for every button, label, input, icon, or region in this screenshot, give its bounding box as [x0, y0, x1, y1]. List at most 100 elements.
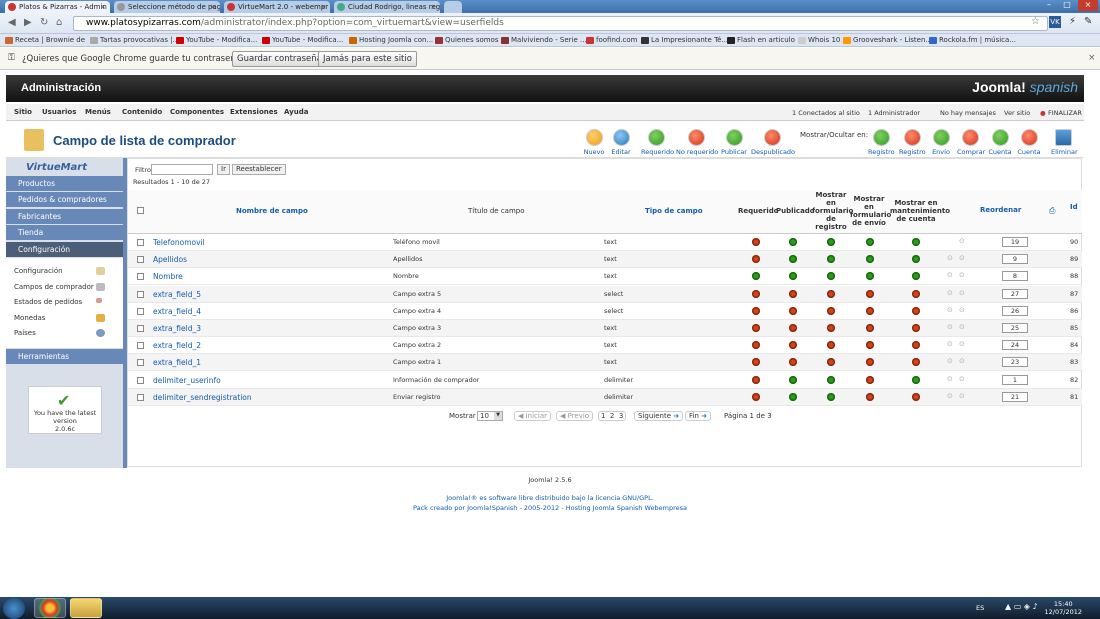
order-input[interactable]: 1	[1002, 374, 1028, 385]
cross-status-icon[interactable]	[912, 392, 920, 401]
move-down-icon[interactable]: ⊙	[959, 323, 965, 331]
header-name[interactable]: Nombre de campo	[236, 207, 308, 215]
row-checkbox[interactable]	[137, 290, 144, 298]
field-name-link[interactable]: extra_field_4	[153, 307, 201, 316]
field-name-link[interactable]: extra_field_1	[153, 358, 201, 367]
save-order-icon[interactable]: ⎙	[1049, 206, 1055, 216]
move-up-icon[interactable]: ⊙	[947, 289, 953, 297]
bookmark-item[interactable]: Receta | Brownie de	[5, 35, 85, 46]
check-status-icon[interactable]	[866, 272, 874, 281]
check-status-icon[interactable]	[789, 392, 797, 401]
row-checkbox[interactable]	[137, 359, 144, 367]
page-1-link[interactable]: 1	[601, 412, 605, 420]
check-status-icon[interactable]	[827, 238, 835, 246]
cross-status-icon[interactable]	[866, 324, 874, 332]
row-checkbox[interactable]	[137, 239, 144, 246]
move-down-icon[interactable]: ⊙	[959, 306, 965, 314]
move-up-icon[interactable]: ⊙	[947, 340, 953, 348]
move-down-icon[interactable]: ⊙	[959, 392, 965, 400]
forward-icon[interactable]: ▶	[24, 17, 32, 28]
cross-status-icon[interactable]	[827, 289, 835, 298]
move-up-icon[interactable]: ⊙	[947, 375, 953, 383]
check-status-icon[interactable]	[827, 392, 835, 401]
cross-status-icon[interactable]	[827, 341, 835, 350]
cross-status-icon[interactable]	[752, 289, 760, 298]
field-name-link[interactable]: Apellidos	[153, 255, 187, 264]
sidebar-item-tienda[interactable]: Tienda	[6, 225, 123, 240]
cross-status-icon[interactable]	[752, 392, 760, 401]
menu-usuarios[interactable]: Usuarios	[42, 108, 76, 116]
reset-button[interactable]: Reestablecer	[232, 164, 286, 175]
messages-status[interactable]: No hay mensajes	[940, 109, 996, 117]
cross-status-icon[interactable]	[752, 255, 760, 264]
menu-contenido[interactable]: Contenido	[122, 108, 162, 116]
field-name-link[interactable]: extra_field_5	[153, 290, 201, 299]
start-button[interactable]	[3, 598, 25, 619]
cross-status-icon[interactable]	[752, 238, 760, 246]
bookmark-item[interactable]: Quienes somos	[435, 35, 499, 46]
check-status-icon[interactable]	[827, 375, 835, 384]
toolbar-unpublish-button[interactable]: Despublicado	[751, 129, 795, 156]
move-down-icon[interactable]: ⊙	[959, 340, 965, 348]
filter-input[interactable]	[151, 164, 213, 175]
cross-status-icon[interactable]	[912, 306, 920, 315]
never-save-button[interactable]: Jamás para este sitio	[318, 51, 417, 67]
move-up-icon[interactable]: ⊙	[947, 271, 953, 279]
page-2-link[interactable]: 2	[610, 412, 614, 420]
move-down-icon[interactable]: ⊙	[959, 237, 965, 245]
toolbar-edit-button[interactable]: Editar	[608, 129, 634, 156]
field-name-link[interactable]: Nombre	[153, 272, 183, 281]
toolbar-reg-show-button[interactable]: Registro	[868, 129, 895, 156]
bookmark-item[interactable]: foofind.com	[586, 35, 638, 46]
field-name-link[interactable]: extra_field_3	[153, 324, 201, 333]
limit-select[interactable]: 10 ▼	[477, 411, 503, 421]
header-type[interactable]: Tipo de campo	[645, 207, 703, 215]
browser-tab[interactable]: Platos & Pizarras - Admin ×	[5, 1, 110, 13]
close-window-icon[interactable]: ×	[1078, 0, 1098, 11]
header-reorder[interactable]: Reordenar	[980, 206, 1021, 214]
submenu-monedas[interactable]: Monedas	[14, 314, 45, 322]
cross-status-icon[interactable]	[912, 324, 920, 332]
close-tab-icon[interactable]: ×	[100, 1, 106, 13]
end-button[interactable]: Fin ➜	[685, 411, 712, 421]
check-status-icon[interactable]	[827, 272, 835, 281]
toolbar-reg-hide-button[interactable]: Registro	[899, 129, 926, 156]
move-up-icon[interactable]: ⊙	[947, 357, 953, 365]
move-up-icon[interactable]: ⊙	[947, 392, 953, 400]
sidebar-item-productos[interactable]: Productos	[6, 176, 123, 191]
cross-status-icon[interactable]	[789, 358, 797, 367]
check-status-icon[interactable]	[827, 255, 835, 264]
order-input[interactable]: 23	[1002, 357, 1028, 368]
toolbar-buy-hide-button[interactable]: Comprar	[957, 129, 985, 156]
new-tab-button[interactable]	[444, 1, 462, 13]
maximize-icon[interactable]: □	[1060, 0, 1074, 11]
cross-status-icon[interactable]	[752, 358, 760, 367]
bookmark-item[interactable]: Hosting Joomla con...	[349, 35, 433, 46]
cross-status-icon[interactable]	[866, 341, 874, 350]
check-status-icon[interactable]	[752, 272, 760, 281]
move-down-icon[interactable]: ⊙	[959, 289, 965, 297]
check-status-icon[interactable]	[912, 255, 920, 264]
back-icon[interactable]: ◀	[8, 17, 16, 28]
order-input[interactable]: 25	[1002, 323, 1028, 333]
browser-tab[interactable]: Ciudad Rodrigo, lineas reg ×	[334, 1, 440, 13]
move-up-icon[interactable]: ⊙	[947, 306, 953, 314]
cross-status-icon[interactable]	[866, 306, 874, 315]
view-site-link[interactable]: Ver sitio	[1004, 109, 1030, 117]
order-input[interactable]: 24	[1002, 340, 1028, 351]
sidebar-item-configuracion[interactable]: Configuración	[6, 242, 123, 257]
start-button[interactable]: ◀ Iniciar	[514, 411, 552, 421]
cross-status-icon[interactable]	[912, 289, 920, 298]
check-status-icon[interactable]	[912, 238, 920, 246]
toolbar-not-required-button[interactable]: No requerido	[676, 129, 718, 156]
pack-credit[interactable]: Pack creado por Joomla!Spanish - 2005-20…	[0, 504, 1100, 512]
cross-status-icon[interactable]	[827, 306, 835, 315]
cross-status-icon[interactable]	[789, 289, 797, 298]
move-down-icon[interactable]: ⊙	[959, 357, 965, 365]
clock[interactable]: 15:40 12/07/2012	[1045, 600, 1082, 616]
row-checkbox[interactable]	[137, 307, 144, 315]
bookmark-item[interactable]: YouTube - Modifica...	[176, 35, 257, 46]
cross-status-icon[interactable]	[912, 358, 920, 367]
cross-status-icon[interactable]	[789, 324, 797, 332]
order-input[interactable]: 27	[1002, 288, 1028, 299]
